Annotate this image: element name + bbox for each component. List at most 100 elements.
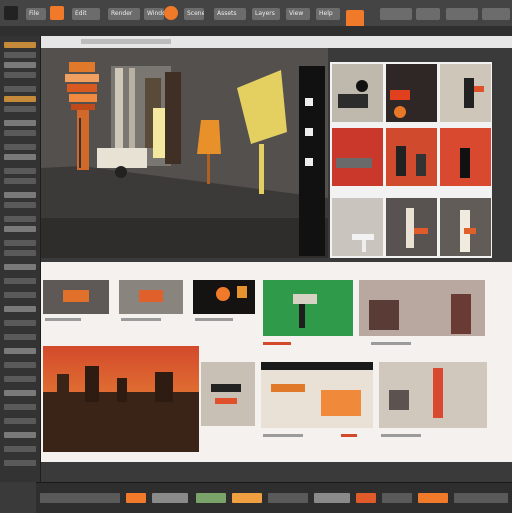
timeline-track[interactable] — [40, 493, 120, 503]
menu-bar: File Edit Render Window Scene Assets Lay… — [0, 0, 512, 37]
shot-thumb[interactable] — [332, 128, 383, 186]
asset-browser — [41, 262, 512, 462]
menu-scene[interactable]: Scene — [184, 8, 204, 20]
shot-image — [386, 128, 437, 186]
tool-settings[interactable] — [4, 460, 36, 466]
tool-layer[interactable] — [4, 278, 36, 284]
tool-select[interactable] — [4, 42, 36, 48]
toolbar-button-b[interactable] — [416, 8, 440, 20]
asset-thumb[interactable] — [193, 280, 255, 314]
timeline-track[interactable] — [454, 493, 508, 503]
tool-render[interactable] — [4, 226, 36, 232]
asset-image — [193, 280, 255, 314]
3d-viewport[interactable] — [41, 48, 328, 258]
tool-anim[interactable] — [4, 192, 36, 198]
shot-thumb[interactable] — [386, 64, 437, 122]
tool-sculpt[interactable] — [4, 154, 36, 160]
shot-thumb[interactable] — [440, 198, 491, 256]
asset-thumb[interactable] — [43, 280, 109, 314]
asset-image — [263, 280, 353, 336]
timeline-track[interactable] — [382, 493, 412, 503]
tool-zoom[interactable] — [4, 418, 36, 424]
timeline-keyframe[interactable] — [232, 493, 262, 503]
timeline-track[interactable] — [152, 493, 188, 503]
menu-render[interactable]: Render — [108, 8, 140, 20]
tool-group[interactable] — [4, 306, 36, 312]
tool-sim[interactable] — [4, 216, 36, 222]
asset-thumb[interactable] — [359, 280, 485, 336]
tool-scale[interactable] — [4, 72, 36, 78]
tool-brush[interactable] — [4, 86, 36, 92]
tool-grade[interactable] — [4, 264, 36, 270]
viewport-header — [41, 36, 512, 48]
tool-light[interactable] — [4, 96, 36, 102]
toolbar-button-c[interactable] — [446, 8, 478, 20]
menu-edit[interactable]: Edit — [72, 8, 100, 20]
asset-thumb[interactable] — [263, 280, 353, 336]
tool-eyedrop[interactable] — [4, 404, 36, 410]
tool-bake[interactable] — [4, 240, 36, 246]
tool-camera[interactable] — [4, 106, 36, 112]
asset-thumb[interactable] — [119, 280, 183, 314]
tool-pan[interactable] — [4, 432, 36, 438]
asset-image — [379, 362, 487, 428]
shot-thumb[interactable] — [440, 64, 491, 122]
tool-move[interactable] — [4, 52, 36, 58]
app-logo-icon — [4, 6, 18, 20]
tool-measure[interactable] — [4, 348, 36, 354]
shot-thumb[interactable] — [386, 128, 437, 186]
tool-grid[interactable] — [4, 334, 36, 340]
tool-history[interactable] — [4, 446, 36, 452]
timeline-keyframe[interactable] — [126, 493, 146, 503]
timeline-track[interactable] — [196, 493, 226, 503]
toolbar-button-d[interactable] — [482, 8, 510, 20]
menu-help[interactable]: Help — [316, 8, 340, 20]
shot-image — [332, 64, 383, 122]
project-icon[interactable] — [50, 6, 64, 20]
timeline-keyframe[interactable] — [418, 493, 448, 503]
record-icon[interactable] — [164, 6, 178, 20]
asset-caption — [371, 342, 411, 345]
asset-thumb[interactable] — [261, 362, 373, 428]
asset-thumb[interactable] — [201, 362, 255, 426]
asset-image — [119, 280, 183, 314]
tool-snap[interactable] — [4, 320, 36, 326]
shot-grid-panel — [330, 62, 492, 258]
tool-mask[interactable] — [4, 292, 36, 298]
asset-caption — [263, 342, 291, 345]
tool-fx[interactable] — [4, 202, 36, 208]
asset-thumb[interactable] — [379, 362, 487, 428]
tool-mesh[interactable] — [4, 120, 36, 126]
asset-thumb[interactable] — [43, 346, 199, 452]
tool-comp[interactable] — [4, 250, 36, 256]
shot-thumb[interactable] — [440, 128, 491, 186]
menu-view[interactable]: View — [286, 8, 310, 20]
shot-image — [440, 128, 491, 186]
tool-pen[interactable] — [4, 376, 36, 382]
shot-thumb[interactable] — [386, 198, 437, 256]
tool-material[interactable] — [4, 130, 36, 136]
timeline-track[interactable] — [314, 493, 350, 503]
menu-window[interactable]: Window — [144, 8, 164, 20]
tool-shape[interactable] — [4, 390, 36, 396]
toolbar-button-a[interactable] — [380, 8, 412, 20]
tool-uv[interactable] — [4, 144, 36, 150]
tool-paint[interactable] — [4, 168, 36, 174]
tool-rotate[interactable] — [4, 62, 36, 68]
shot-image — [332, 128, 383, 186]
shot-thumb[interactable] — [332, 64, 383, 122]
shot-image — [440, 64, 491, 122]
timeline-keyframe[interactable] — [356, 493, 376, 503]
menu-file[interactable]: File — [26, 8, 46, 20]
viewport-scene — [41, 48, 328, 258]
timeline[interactable] — [36, 482, 512, 513]
viewport-tab[interactable] — [81, 39, 171, 44]
timeline-track[interactable] — [268, 493, 308, 503]
tool-text[interactable] — [4, 362, 36, 368]
menu-assets[interactable]: Assets — [214, 8, 246, 20]
shot-image — [386, 64, 437, 122]
tool-rig[interactable] — [4, 178, 36, 184]
shot-thumb[interactable] — [332, 198, 383, 256]
asset-caption — [45, 318, 81, 321]
menu-layers[interactable]: Layers — [252, 8, 280, 20]
